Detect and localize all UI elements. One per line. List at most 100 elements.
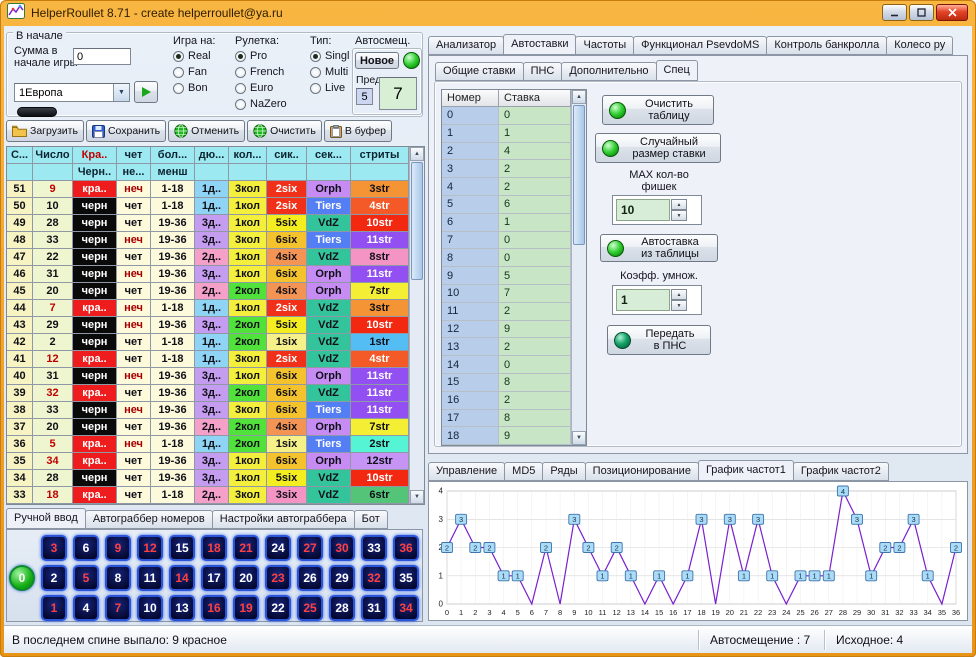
charttab-MD5[interactable]: MD5 — [504, 462, 543, 481]
history-row[interactable]: 365кра..неч1-181д..2кол1sixTiers2str — [7, 436, 409, 453]
spin-up-icon[interactable]: ▲ — [671, 199, 687, 210]
tab-Функционал PsevdoMS[interactable]: Функционал PsevdoMS — [633, 36, 767, 55]
spin-up-icon[interactable]: ▲ — [671, 289, 687, 300]
history-row[interactable]: 4928чернчет19-363д..1кол5sixVdZ10str — [7, 215, 409, 232]
numpad-number-11[interactable]: 11 — [137, 565, 163, 591]
history-row[interactable]: 4031черннеч19-363д..1кол6sixOrph11str — [7, 368, 409, 385]
numpad-number-1[interactable]: 1 — [41, 595, 67, 621]
numpad-number-5[interactable]: 5 — [73, 565, 99, 591]
history-row[interactable]: 3932кра..чет19-363д..2кол6sixVdZ11str — [7, 385, 409, 402]
inputtab-Автограббер номеров[interactable]: Автограббер номеров — [85, 510, 213, 529]
numpad-number-7[interactable]: 7 — [105, 595, 131, 621]
radio-Live[interactable]: Live — [310, 81, 349, 95]
close-button[interactable] — [936, 4, 968, 21]
radio-Euro[interactable]: Euro — [235, 81, 287, 95]
bets-row[interactable]: 140 — [442, 356, 571, 374]
numpad-number-13[interactable]: 13 — [169, 595, 195, 621]
radio-Fan[interactable]: Fan — [173, 65, 215, 79]
numpad-number-14[interactable]: 14 — [169, 565, 195, 591]
numpad-number-27[interactable]: 27 — [297, 535, 323, 561]
numpad-number-17[interactable]: 17 — [201, 565, 227, 591]
numpad-number-16[interactable]: 16 — [201, 595, 227, 621]
numpad-number-10[interactable]: 10 — [137, 595, 163, 621]
scroll-down-icon[interactable]: ▼ — [572, 431, 586, 445]
history-row[interactable]: 422чернчет1-181д..2кол1sixVdZ1str — [7, 334, 409, 351]
autoshift-sphere-icon[interactable] — [403, 52, 420, 69]
bets-row[interactable]: 107 — [442, 285, 571, 303]
bets-row[interactable]: 00 — [442, 107, 571, 125]
numpad-number-26[interactable]: 26 — [297, 565, 323, 591]
scrollbar-thumb[interactable] — [411, 162, 423, 280]
radio-Real[interactable]: Real — [173, 49, 215, 63]
charttab-Позиционирование[interactable]: Позиционирование — [585, 462, 699, 481]
maximize-button[interactable] — [909, 4, 934, 21]
bets-row[interactable]: 158 — [442, 374, 571, 392]
history-row[interactable]: 519кра..неч1-181д..3кол2sixOrph3str — [7, 181, 409, 198]
numpad-number-35[interactable]: 35 — [393, 565, 419, 591]
inputtab-Бот[interactable]: Бот — [354, 510, 388, 529]
numpad-number-24[interactable]: 24 — [265, 535, 291, 561]
numpad-number-32[interactable]: 32 — [361, 565, 387, 591]
numpad-number-28[interactable]: 28 — [329, 595, 355, 621]
bets-row[interactable]: 24 — [442, 143, 571, 161]
numpad-number-36[interactable]: 36 — [393, 535, 419, 561]
bets-row[interactable]: 112 — [442, 303, 571, 321]
numpad-number-4[interactable]: 4 — [73, 595, 99, 621]
play-button[interactable] — [134, 81, 158, 103]
bets-row[interactable]: 129 — [442, 321, 571, 339]
numpad-number-6[interactable]: 6 — [73, 535, 99, 561]
game-select-combobox[interactable]: 1Европа ▼ — [14, 83, 130, 102]
multiplier-input[interactable] — [616, 289, 670, 311]
numpad-number-21[interactable]: 21 — [233, 535, 259, 561]
numpad-number-15[interactable]: 15 — [169, 535, 195, 561]
clear-button[interactable]: Очистить — [247, 120, 322, 142]
tab-Колесо ру[interactable]: Колесо ру — [886, 36, 953, 55]
bets-row[interactable]: 32 — [442, 160, 571, 178]
history-row[interactable]: 5010чернчет1-181д..1кол2sixTiers4str — [7, 198, 409, 215]
load-button[interactable]: Загрузить — [6, 120, 84, 142]
history-row[interactable]: 4631черннеч19-363д..1кол6sixOrph11str — [7, 266, 409, 283]
history-row[interactable]: 3833черннеч19-363д..3кол6sixTiers11str — [7, 402, 409, 419]
bets-row[interactable]: 11 — [442, 125, 571, 143]
numpad-number-8[interactable]: 8 — [105, 565, 131, 591]
history-row[interactable]: 3318кра..чет1-182д..3кол3sixVdZ6str — [7, 487, 409, 504]
random-bet-size-button[interactable]: Случайныйразмер ставки — [595, 133, 721, 163]
subtab-ПНС[interactable]: ПНС — [523, 62, 563, 81]
undo-button[interactable]: Отменить — [168, 120, 245, 142]
spin-down-icon[interactable]: ▼ — [671, 300, 687, 311]
numpad-number-22[interactable]: 22 — [265, 595, 291, 621]
tab-Частоты[interactable]: Частоты — [575, 36, 634, 55]
history-row[interactable]: 4833черннеч19-363д..3кол6sixTiers11str — [7, 232, 409, 249]
history-row[interactable]: 4722чернчет19-362д..1кол4sixVdZ8str — [7, 249, 409, 266]
radio-NaZero[interactable]: NaZero — [235, 97, 287, 111]
charttab-Ряды[interactable]: Ряды — [542, 462, 585, 481]
bets-row[interactable]: 95 — [442, 267, 571, 285]
scrollbar-track[interactable] — [410, 161, 424, 490]
color-swatch-button[interactable] — [17, 107, 57, 117]
numpad-number-12[interactable]: 12 — [137, 535, 163, 561]
send-to-pns-button[interactable]: Передатьв ПНС — [607, 325, 711, 355]
bets-row[interactable]: 162 — [442, 392, 571, 410]
radio-French[interactable]: French — [235, 65, 287, 79]
numpad-number-3[interactable]: 3 — [41, 535, 67, 561]
numpad-number-2[interactable]: 2 — [41, 565, 67, 591]
bets-row[interactable]: 42 — [442, 178, 571, 196]
numpad-number-9[interactable]: 9 — [105, 535, 131, 561]
chevron-down-icon[interactable]: ▼ — [113, 84, 129, 101]
numpad-number-23[interactable]: 23 — [265, 565, 291, 591]
history-row[interactable]: 4520чернчет19-362д..2кол4sixOrph7str — [7, 283, 409, 300]
history-row[interactable]: 4112кра..чет1-181д..3кол2sixVdZ4str — [7, 351, 409, 368]
bets-row[interactable]: 178 — [442, 410, 571, 428]
tab-Контроль банкролла[interactable]: Контроль банкролла — [766, 36, 887, 55]
bets-row[interactable]: 56 — [442, 196, 571, 214]
history-row[interactable]: 3720чернчет19-362д..2кол4sixOrph7str — [7, 419, 409, 436]
clear-table-button[interactable]: Очиститьтаблицу — [602, 95, 714, 125]
bets-row[interactable]: 132 — [442, 338, 571, 356]
copy-buffer-button[interactable]: В буфер — [324, 120, 392, 142]
subtab-Дополнительно[interactable]: Дополнительно — [561, 62, 656, 81]
numpad-number-29[interactable]: 29 — [329, 565, 355, 591]
subtab-Спец[interactable]: Спец — [656, 60, 698, 81]
radio-Multi[interactable]: Multi — [310, 65, 349, 79]
inputtab-Ручной ввод[interactable]: Ручной ввод — [6, 508, 86, 529]
bets-scrollbar[interactable]: ▲ ▼ — [571, 90, 586, 445]
